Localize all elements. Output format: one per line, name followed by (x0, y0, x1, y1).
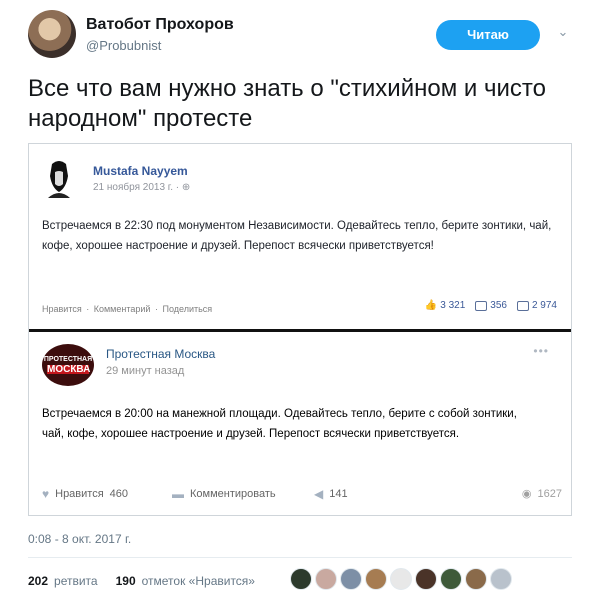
likes-label[interactable]: отметок «Нравится» (142, 574, 255, 588)
share-icon (516, 300, 529, 311)
likes-count[interactable]: 190 (116, 574, 136, 588)
avatar-text-top: ПРОТЕСТНАЯ (43, 356, 93, 363)
post-actions: ♥ Нравится 460 ▬ Комментировать ◀ 141 ◉ … (42, 487, 562, 503)
post-counts: 👍 3 321 356 2 974 (425, 300, 557, 311)
likers-avatars (290, 568, 512, 590)
tweet-header: Ватобот Прохоров @Probubnist Читаю ⌄ (28, 10, 588, 60)
following-button[interactable]: Читаю (436, 20, 540, 50)
tweet-stats: 202 ретвита 190 отметок «Нравится» (28, 574, 255, 588)
retweets-label[interactable]: ретвита (54, 574, 98, 588)
thumbs-up-icon: 👍 (424, 300, 438, 311)
author-handle[interactable]: @Probubnist (86, 38, 161, 53)
liker-avatar[interactable] (490, 568, 512, 590)
attached-image[interactable]: Mustafa Nayyem 21 ноября 2013 г. · ⊕ Вст… (28, 143, 572, 516)
share-action: ◀ 141 (314, 487, 348, 501)
facebook-post: Mustafa Nayyem 21 ноября 2013 г. · ⊕ Вст… (29, 144, 571, 329)
retweets-count[interactable]: 202 (28, 574, 48, 588)
liker-avatar[interactable] (315, 568, 337, 590)
post-date: 21 ноября 2013 г. · ⊕ (93, 182, 191, 193)
tweet-text: Все что вам нужно знать о "стихийном и ч… (28, 75, 546, 132)
like-action: Нравится (42, 304, 82, 314)
liker-avatar[interactable] (465, 568, 487, 590)
likes-count: 3 321 (440, 300, 466, 311)
profile-portrait-icon (42, 158, 76, 198)
vk-post: ПРОТЕСТНАЯ МОСКВА Протестная Москва 29 м… (29, 332, 571, 515)
shares-count: 2 974 (531, 300, 557, 311)
avatar-text-bottom: МОСКВА (47, 364, 91, 375)
share-count: 141 (329, 488, 348, 500)
share-action: Поделиться (162, 304, 213, 314)
liker-avatar[interactable] (440, 568, 462, 590)
like-count: 460 (109, 488, 129, 500)
liker-avatar[interactable] (415, 568, 437, 590)
divider (28, 557, 572, 558)
comment-label: Комментировать (190, 488, 276, 500)
like-action: ♥ Нравится 460 (42, 487, 128, 501)
author-name[interactable]: Ватобот Прохоров (86, 16, 234, 34)
community-avatar: ПРОТЕСТНАЯ МОСКВА (42, 344, 94, 386)
more-icon: ••• (533, 344, 549, 358)
post-author-name: Mustafa Nayyem (93, 164, 188, 178)
heart-icon: ♥ (42, 487, 50, 501)
comment-icon (475, 300, 488, 311)
megaphone-icon: ◀ (314, 487, 324, 501)
comment-action: ▬ Комментировать (172, 487, 276, 501)
comment-icon: ▬ (172, 487, 184, 501)
comments-count: 356 (490, 300, 507, 311)
chevron-down-icon[interactable]: ⌄ (554, 24, 572, 42)
like-label: Нравится (55, 488, 104, 500)
liker-avatar[interactable] (290, 568, 312, 590)
views-count: 1627 (537, 487, 562, 500)
liker-avatar[interactable] (390, 568, 412, 590)
views: ◉ 1627 (521, 487, 562, 501)
post-text: Встречаемся в 20:00 на манежной площади.… (42, 408, 517, 440)
post-actions: Нравится · Комментарий · Поделиться (42, 304, 214, 314)
author-avatar[interactable] (28, 10, 76, 58)
comment-action: Комментарий (93, 304, 151, 314)
tweet-timestamp[interactable]: 0:08 - 8 окт. 2017 г. (28, 532, 131, 546)
post-time: 29 минут назад (106, 365, 185, 377)
liker-avatar[interactable] (340, 568, 362, 590)
post-author-name: Протестная Москва (106, 347, 216, 361)
separator: · (154, 304, 158, 314)
liker-avatar[interactable] (365, 568, 387, 590)
eye-icon: ◉ (521, 488, 532, 500)
separator: · (86, 304, 90, 314)
post-text: Встречаемся в 22:30 под монументом Незав… (42, 220, 552, 252)
